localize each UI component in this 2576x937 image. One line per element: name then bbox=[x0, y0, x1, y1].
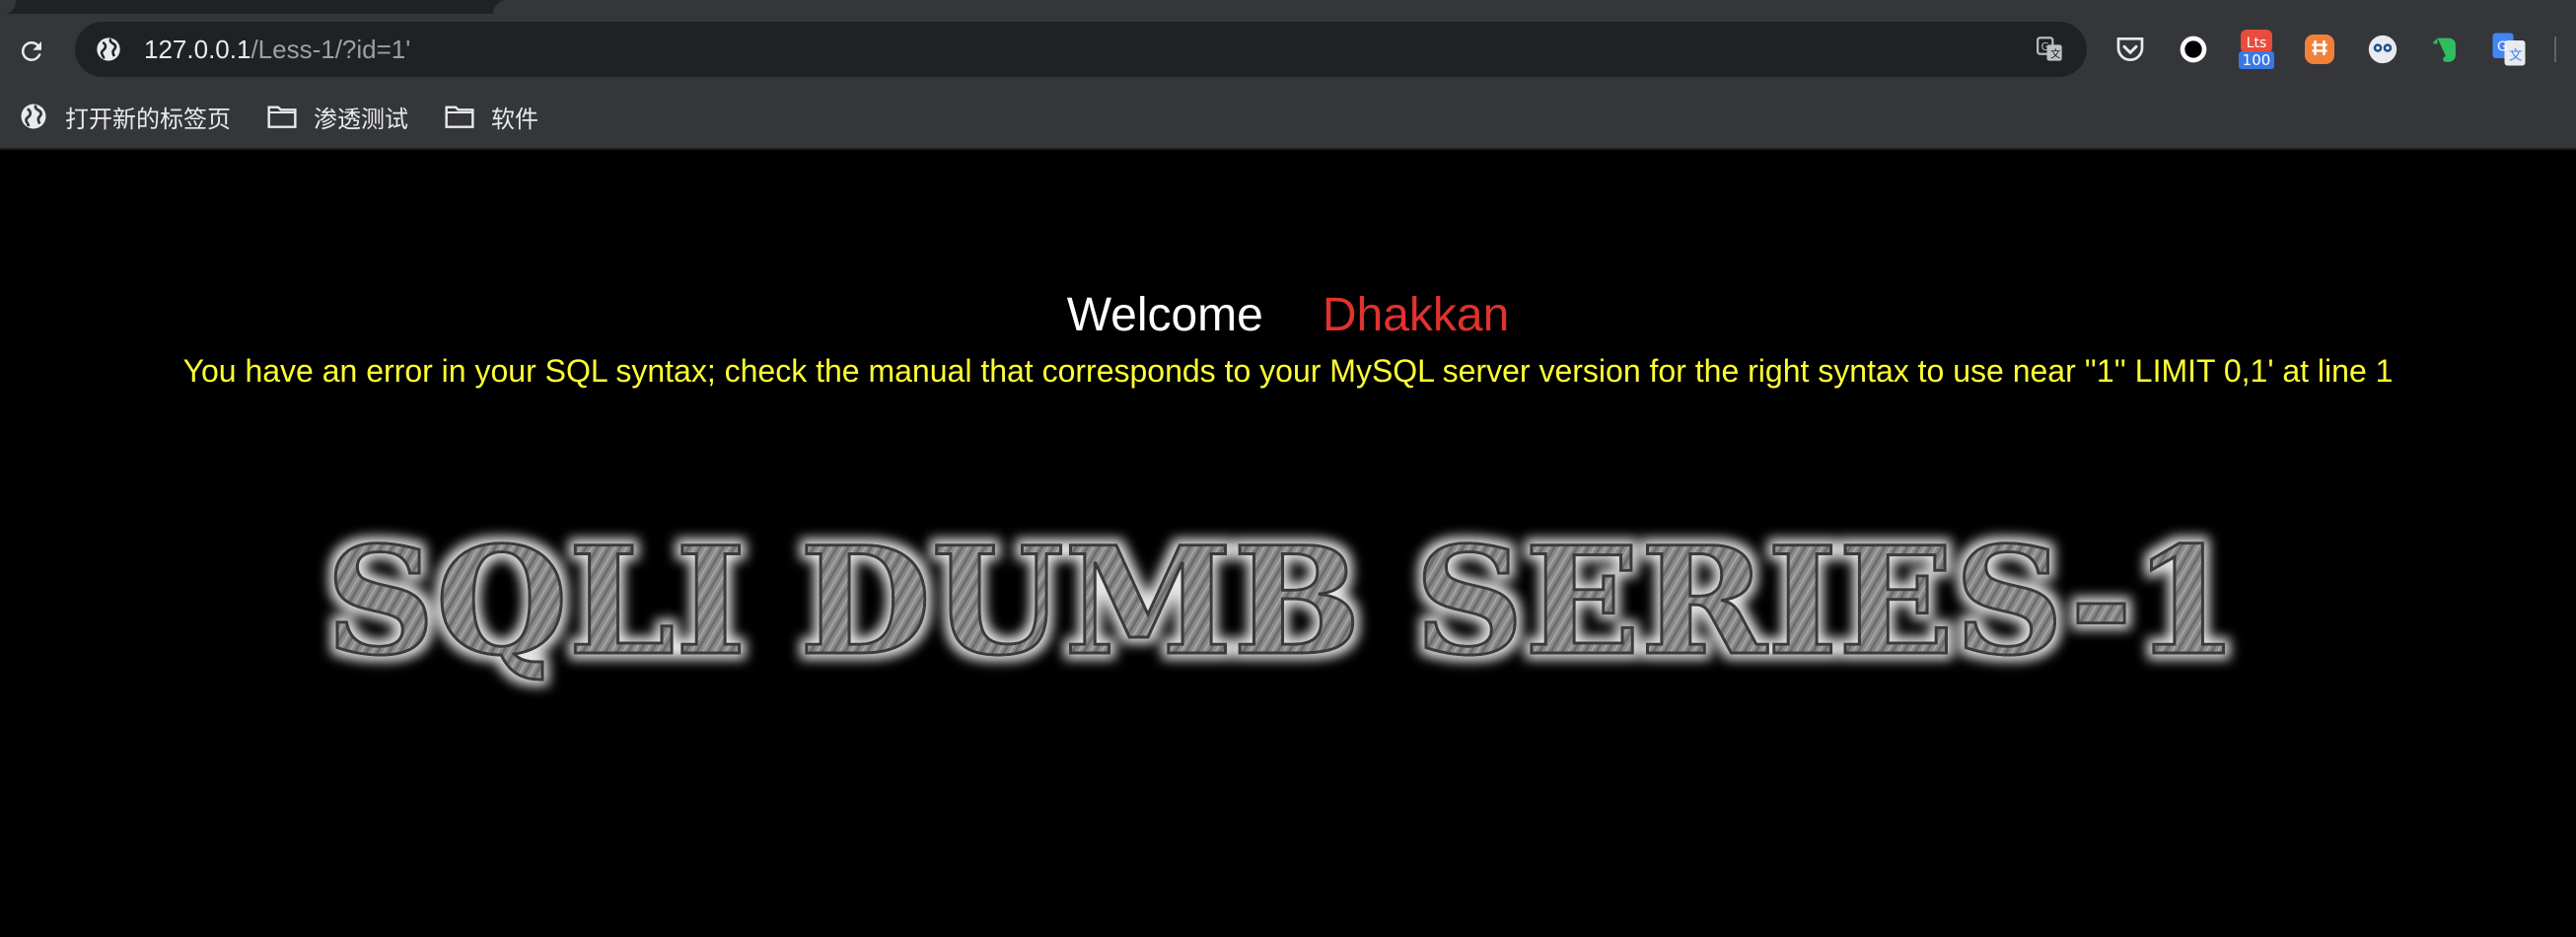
smile-extension-icon[interactable] bbox=[2298, 28, 2341, 71]
username-text: Dhakkan bbox=[1322, 289, 1510, 341]
bookmark-folder-pentest[interactable]: 渗透测试 bbox=[266, 99, 408, 134]
badge-extension-icon[interactable]: Lts 100 bbox=[2235, 28, 2278, 71]
reload-icon bbox=[21, 40, 41, 61]
url-text[interactable]: 127.0.0.1/Less-1/?id=1' bbox=[144, 35, 410, 64]
browser-chrome: 127.0.0.1/Less-1/?id=1' G 文 Lts 100 G 文 … bbox=[0, 0, 2576, 149]
translate-page-icon[interactable]: G 文 bbox=[2036, 35, 2065, 64]
svg-text:文: 文 bbox=[2050, 47, 2061, 60]
owl-extension-icon[interactable] bbox=[2361, 28, 2404, 71]
globe-icon bbox=[18, 101, 49, 132]
pocket-icon[interactable] bbox=[2109, 28, 2152, 71]
welcome-text: Welcome bbox=[1066, 289, 1263, 341]
welcome-heading: Welcome Dhakkan bbox=[0, 288, 2576, 343]
circle-record-icon[interactable] bbox=[2172, 28, 2215, 71]
bookmark-label: 渗透测试 bbox=[314, 106, 408, 133]
sql-error-message: You have an error in your SQL syntax; ch… bbox=[182, 353, 2394, 389]
bookmark-folder-software[interactable]: 软件 bbox=[444, 99, 538, 134]
more-icon[interactable] bbox=[2540, 28, 2570, 71]
toolbar: 127.0.0.1/Less-1/?id=1' G 文 Lts 100 G 文 bbox=[0, 14, 2576, 85]
extension-badge-count: 100 bbox=[2243, 51, 2271, 69]
svg-text:Lts: Lts bbox=[2247, 36, 2267, 51]
bookmark-label: 打开新的标签页 bbox=[65, 106, 231, 133]
active-tab[interactable] bbox=[493, 0, 2576, 14]
sqli-dumb-series-banner: SQLI DUMB SERIES-1 bbox=[324, 515, 2241, 690]
banner-text: SQLI DUMB SERIES-1 bbox=[325, 515, 2239, 688]
page-content: Welcome Dhakkan You have an error in your… bbox=[0, 150, 2576, 937]
url-path: /Less-1/?id=1' bbox=[250, 35, 411, 64]
reload-button[interactable] bbox=[12, 32, 51, 71]
svg-text:G: G bbox=[2041, 41, 2049, 53]
bookmarks-bar: 打开新的标签页 渗透测试 软件 bbox=[0, 85, 2576, 148]
tab-edge bbox=[0, 0, 16, 14]
bookmark-new-tab[interactable]: 打开新的标签页 bbox=[18, 99, 231, 134]
svg-text:文: 文 bbox=[2509, 48, 2523, 64]
tab-strip bbox=[0, 0, 2576, 14]
url-host: 127.0.0.1 bbox=[144, 35, 251, 64]
folder-icon bbox=[266, 101, 298, 132]
address-bar[interactable]: 127.0.0.1/Less-1/?id=1' G 文 bbox=[75, 22, 2087, 77]
google-translate-icon[interactable]: G 文 bbox=[2487, 28, 2531, 71]
bookmark-label: 软件 bbox=[491, 106, 538, 133]
svg-text:G: G bbox=[2497, 39, 2507, 55]
globe-icon[interactable] bbox=[95, 36, 122, 63]
evernote-icon[interactable] bbox=[2424, 28, 2468, 71]
folder-icon bbox=[444, 101, 475, 132]
